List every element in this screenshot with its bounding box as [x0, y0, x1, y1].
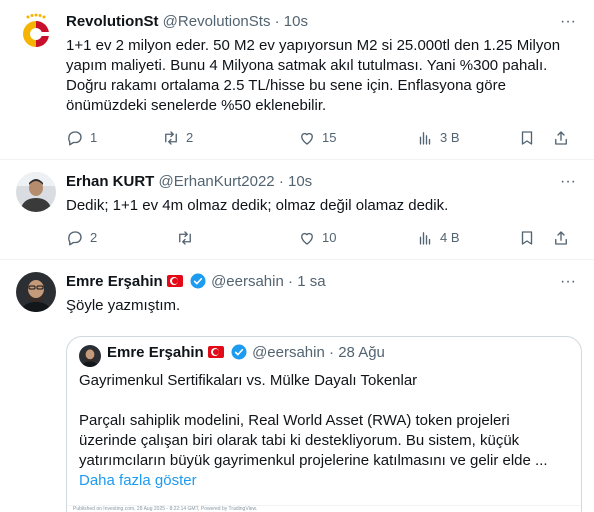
author-name[interactable]: Erhan KURT: [66, 173, 154, 190]
like-count: 10: [322, 230, 337, 245]
separator-dot: ·: [278, 173, 284, 190]
like-button[interactable]: 15: [298, 128, 336, 148]
like-icon: [301, 132, 313, 145]
profile-photo-icon: [16, 172, 56, 212]
bookmark-icon: [521, 131, 533, 145]
retweet-icon: [179, 231, 191, 245]
verified-icon: [190, 273, 206, 289]
turkey-flag-icon: [207, 346, 224, 358]
verified-icon: [231, 344, 247, 360]
reply-icon: [68, 231, 82, 246]
tweet-header: Erhan KURT @ErhanKurt2022 · 10s: [66, 172, 312, 192]
reply-button[interactable]: 1: [66, 128, 97, 148]
share-icon: [555, 231, 567, 245]
like-button[interactable]: 10: [298, 228, 336, 248]
share-icon: [555, 131, 567, 145]
tweet-actions: 2 10 4 B: [66, 228, 576, 248]
quoted-author-name: Emre Erşahin: [107, 344, 204, 361]
show-more-link[interactable]: Daha fazla göster: [79, 471, 197, 491]
more-icon[interactable]: ···: [558, 14, 578, 36]
more-icon[interactable]: ···: [558, 174, 578, 196]
galatasaray-logo-icon: [16, 12, 56, 52]
quoted-avatar[interactable]: [79, 345, 101, 367]
quoted-author-handle: @eersahin: [252, 344, 325, 361]
views-icon: [419, 132, 431, 145]
tweet-text: Şöyle yazmıştım.: [66, 297, 181, 314]
bookmark-icon: [521, 231, 533, 245]
view-count: 4 B: [440, 230, 460, 245]
share-button[interactable]: [552, 228, 570, 248]
retweet-count: 2: [186, 130, 194, 145]
tweet-text: 1+1 ev 2 milyon eder. 50 M2 ev yapıyorsu…: [66, 37, 561, 114]
bookmark-button[interactable]: [518, 128, 536, 148]
tweet-actions: 1 2 15 3 B: [66, 128, 576, 148]
reply-count: 2: [90, 230, 98, 245]
media-footer-note: Published on Investing.com, 28 Aug 2025 …: [73, 506, 258, 512]
quoted-title: Gayrimenkul Sertifikaları vs. Mülke Daya…: [79, 372, 418, 389]
profile-photo-icon: [16, 272, 56, 312]
timestamp[interactable]: 10s: [288, 173, 312, 190]
author-handle[interactable]: @RevolutionSts: [163, 13, 271, 30]
quoted-tweet[interactable]: Emre Erşahin @eersahin · 28 Ağu Gayrimen…: [66, 336, 582, 512]
quoted-media-preview[interactable]: Published on Investing.com, 28 Aug 2025 …: [67, 505, 581, 512]
share-button[interactable]: [552, 128, 570, 148]
timestamp[interactable]: 10s: [284, 13, 308, 30]
avatar-revolutionst[interactable]: [16, 12, 56, 52]
tweet-header: Emre Erşahin @eersahin · 1 sa: [66, 272, 326, 292]
tweet-text: Dedik; 1+1 ev 4m olmaz dedik; olmaz deği…: [66, 197, 449, 214]
tweet-1[interactable]: RevolutionSt @RevolutionSts · 10s ··· 1+…: [0, 0, 594, 160]
separator-dot: ·: [329, 344, 335, 361]
separator-dot: ·: [288, 273, 294, 290]
bookmark-button[interactable]: [518, 228, 536, 248]
quoted-timestamp: 28 Ağu: [338, 344, 385, 361]
timestamp[interactable]: 1 sa: [297, 273, 325, 290]
retweet-button[interactable]: [176, 228, 194, 248]
profile-photo-icon: [79, 345, 101, 367]
retweet-icon: [165, 131, 177, 145]
quoted-body: Parçalı sahiplik modelini, Real World As…: [79, 412, 548, 469]
avatar-emreersahin[interactable]: [16, 272, 56, 312]
reply-count: 1: [90, 130, 98, 145]
view-count: 3 B: [440, 130, 460, 145]
quoted-header: Emre Erşahin @eersahin · 28 Ağu: [107, 343, 385, 363]
like-count: 15: [322, 130, 337, 145]
views-button[interactable]: 4 B: [416, 228, 460, 248]
retweet-button[interactable]: 2: [162, 128, 193, 148]
tweet-header: RevolutionSt @RevolutionSts · 10s: [66, 12, 308, 32]
like-icon: [301, 232, 313, 245]
avatar-erhankurt[interactable]: [16, 172, 56, 212]
author-handle[interactable]: @ErhanKurt2022: [159, 173, 275, 190]
views-button[interactable]: 3 B: [416, 128, 460, 148]
separator-dot: ·: [274, 13, 280, 30]
author-name[interactable]: RevolutionSt: [66, 13, 159, 30]
author-handle[interactable]: @eersahin: [211, 273, 284, 290]
tweet-2[interactable]: Erhan KURT @ErhanKurt2022 · 10s ··· Dedi…: [0, 160, 594, 260]
views-icon: [419, 232, 431, 245]
reply-button[interactable]: 2: [66, 228, 97, 248]
more-icon[interactable]: ···: [558, 274, 578, 296]
author-name[interactable]: Emre Erşahin: [66, 273, 163, 290]
turkey-flag-icon: [166, 275, 183, 287]
reply-icon: [68, 131, 82, 146]
